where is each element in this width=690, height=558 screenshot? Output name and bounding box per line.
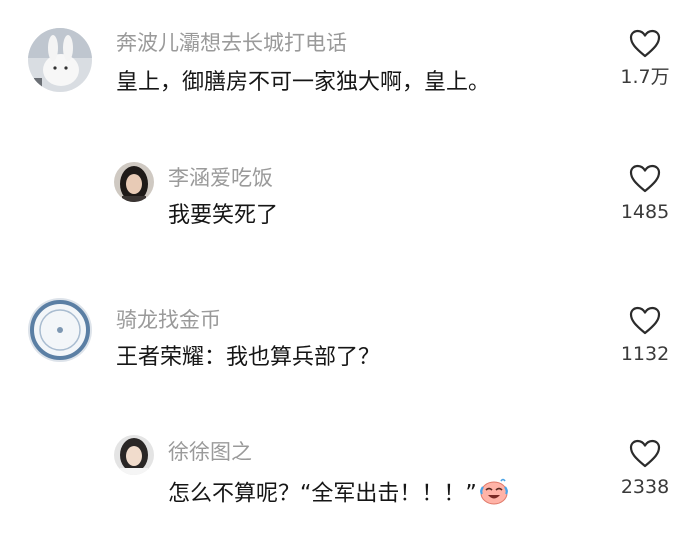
plate-avatar-icon xyxy=(28,298,92,362)
user-avatar[interactable] xyxy=(28,298,92,362)
comment-text: 怎么不算呢？“全军出击！！！” xyxy=(168,478,509,511)
girl-avatar-icon xyxy=(114,162,154,202)
comment-text: 王者荣耀：我也算兵部了？ xyxy=(116,345,381,370)
like-count: 1.7万 xyxy=(620,66,670,88)
heart-outline-icon[interactable] xyxy=(629,306,661,335)
girl-avatar-icon xyxy=(114,435,154,475)
heart-outline-icon[interactable] xyxy=(629,29,661,58)
comment-username[interactable]: 骑龙找金币 xyxy=(116,310,221,331)
comment-text: 我要笑死了 xyxy=(168,203,279,228)
user-avatar[interactable] xyxy=(28,28,92,92)
heart-outline-icon[interactable] xyxy=(629,164,661,193)
like-count: 1132 xyxy=(620,343,670,365)
like-button[interactable]: 2338 xyxy=(605,439,685,497)
bunny-avatar-icon xyxy=(28,28,92,92)
like-button[interactable]: 1132 xyxy=(605,306,685,364)
comment-text: 皇上，御膳房不可一家独大啊，皇上。 xyxy=(116,70,491,95)
comment-text-body: 怎么不算呢？“全军出击！！！” xyxy=(168,481,477,507)
comment-username[interactable]: 奔波儿灞想去长城打电话 xyxy=(116,33,347,54)
reply-item: 李涵爱吃饭 我要笑死了 1485 xyxy=(0,150,690,250)
like-button[interactable]: 1485 xyxy=(605,164,685,222)
heart-outline-icon[interactable] xyxy=(629,439,661,468)
comment-item: 奔波儿灞想去长城打电话 皇上，御膳房不可一家独大啊，皇上。 1.7万 xyxy=(0,0,690,120)
laughing-crying-emoji-icon xyxy=(479,478,509,511)
user-avatar[interactable] xyxy=(114,162,154,202)
comment-item: 骑龙找金币 王者荣耀：我也算兵部了？ 1132 xyxy=(0,290,690,400)
like-count: 1485 xyxy=(620,201,670,223)
like-button[interactable]: 1.7万 xyxy=(605,29,685,87)
user-avatar[interactable] xyxy=(114,435,154,475)
comment-username[interactable]: 李涵爱吃饭 xyxy=(168,168,273,189)
reply-item: 徐徐图之 怎么不算呢？“全军出击！！！” 2338 xyxy=(0,425,690,535)
like-count: 2338 xyxy=(620,476,670,498)
comment-username[interactable]: 徐徐图之 xyxy=(168,442,252,463)
